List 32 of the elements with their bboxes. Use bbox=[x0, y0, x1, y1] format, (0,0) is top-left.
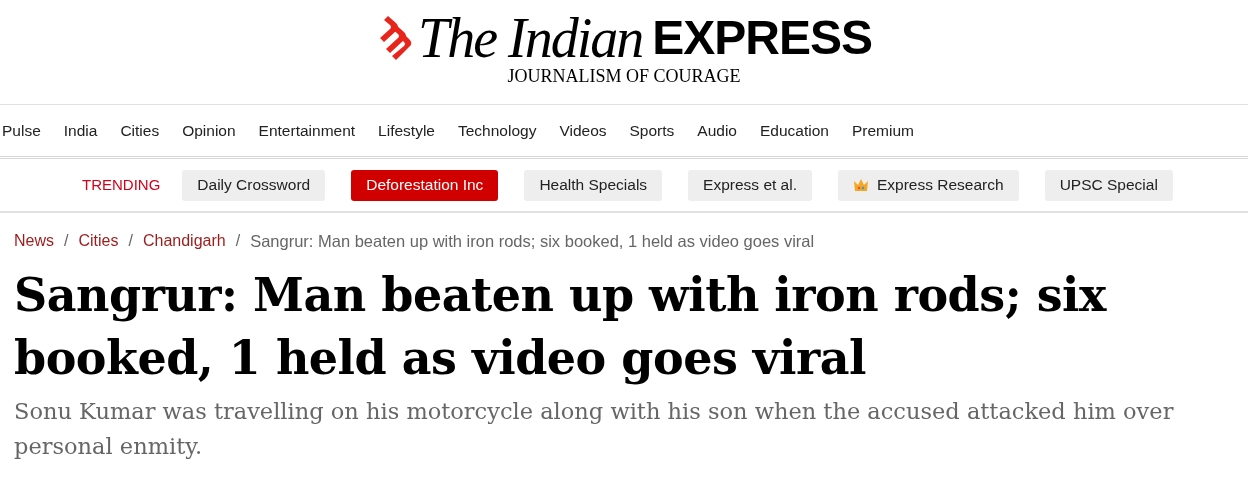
logo-wordmark-bold[interactable]: EXPRESS bbox=[652, 10, 872, 66]
logo-wordmark[interactable]: The Indian bbox=[418, 10, 643, 66]
nav-link[interactable]: India bbox=[63, 118, 98, 143]
nav-link[interactable]: Pulse bbox=[2, 118, 41, 143]
trending-chip[interactable]: Daily Crossword bbox=[182, 169, 326, 201]
nav-link[interactable]: Videos bbox=[559, 118, 607, 143]
breadcrumb-link[interactable]: News bbox=[14, 229, 54, 254]
article-headline: Sangrur: Man beaten up with iron rods; six booked, 1 held as video goes viral bbox=[13, 266, 1108, 387]
trending-chip[interactable]: Health Specials bbox=[524, 169, 663, 201]
article-summary: Sonu Kumar was travelling on his motorcycle along with his son when the accused attacked him over personal enmity. bbox=[13, 396, 1175, 461]
breadcrumb-separator: / bbox=[128, 231, 133, 252]
nav-link[interactable]: Entertainment bbox=[258, 118, 356, 143]
nav-link[interactable]: Premium bbox=[851, 118, 914, 143]
breadcrumb-link[interactable]: Chandigarh bbox=[142, 229, 226, 254]
nav-link[interactable]: Sports bbox=[629, 118, 675, 143]
nav-link[interactable]: Audio bbox=[697, 118, 737, 143]
nav-link[interactable]: Lifestyle bbox=[378, 118, 435, 143]
breadcrumb-link[interactable]: Cities bbox=[78, 229, 119, 254]
breadcrumb-current: Sangrur: Man beaten up with iron rods; six booked, 1 held as video goes viral bbox=[250, 231, 815, 252]
trending-chip[interactable]: Express et al. bbox=[688, 169, 812, 201]
trending-chip[interactable]: UPSC Special bbox=[1044, 169, 1173, 201]
nav-link[interactable]: Technology bbox=[458, 118, 537, 143]
nav-link[interactable]: Opinion bbox=[182, 118, 236, 143]
breadcrumb-separator: / bbox=[64, 231, 69, 252]
crown-icon bbox=[853, 178, 869, 192]
trending-chip[interactable]: Express Research bbox=[838, 169, 1019, 201]
nav-link[interactable]: Cities bbox=[120, 118, 160, 143]
trending-label: TRENDING bbox=[82, 174, 161, 195]
breadcrumb-separator: / bbox=[235, 231, 241, 252]
trending-chip[interactable]: Deforestation Inc bbox=[351, 169, 499, 201]
nav-link[interactable]: Education bbox=[760, 118, 829, 143]
logo-tagline: JOURNALISM OF COURAGE bbox=[507, 66, 741, 86]
